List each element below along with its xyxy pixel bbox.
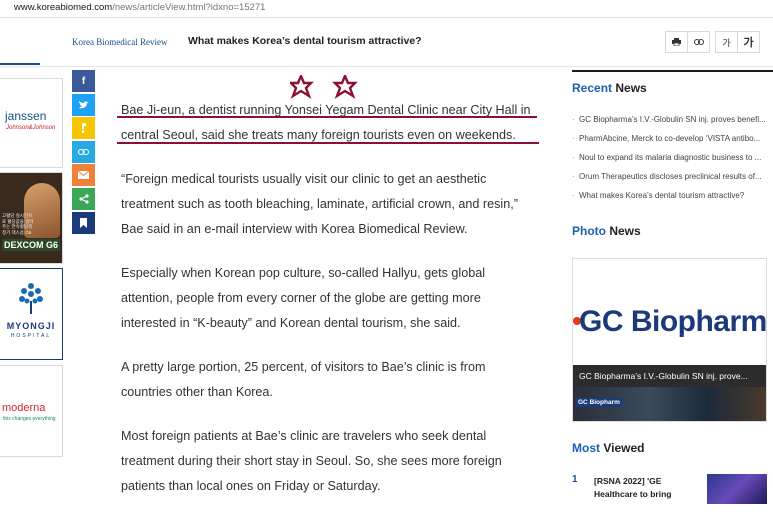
gc-small-logo: GC Biopharm [576, 398, 622, 407]
twitter-share-button[interactable] [72, 93, 95, 116]
article-body: Bae Ji-eun, a dentist running Yonsei Yeg… [121, 98, 533, 518]
article-paragraph: “Foreign medical tourists usually visit … [121, 172, 518, 236]
moderna-logo: moderna [2, 402, 46, 414]
url-host: www.koreabiomed.com [14, 2, 113, 13]
tree-logo-icon [19, 283, 43, 314]
copy-link-button[interactable] [687, 31, 710, 53]
moderna-ad[interactable]: moderna this changes everything [0, 365, 63, 457]
twitter-icon [78, 100, 89, 108]
dexcom-blurb: 고혈당 실시간으로 혈당값을 알려주는 연속혈당측정기 덱스콤 G6 [2, 213, 34, 235]
article-paragraph: Most foreign patients at Bae’s clinic ar… [121, 429, 502, 493]
most-viewed-headline: [RSNA 2022] 'GE Healthcare to bring [594, 476, 672, 499]
kakaostory-share-button[interactable] [72, 117, 95, 140]
printer-icon [672, 38, 681, 46]
header-accent-line [0, 63, 40, 65]
myongji-logo: MYONGJI [6, 321, 56, 331]
copy-url-share-button[interactable] [72, 140, 95, 163]
article-tools: 가 가 [665, 31, 760, 53]
facebook-share-button[interactable]: f [72, 70, 95, 92]
address-bar[interactable]: www.koreabiomed.com/news/articleView.htm… [0, 0, 773, 18]
section-rule [572, 70, 773, 72]
kakaostory-icon [81, 123, 86, 134]
recent-news-item[interactable]: PharmAbcine, Merck to co-develop ‘VISTA … [572, 129, 770, 148]
recent-news-item[interactable]: What makes Korea’s dental tourism attrac… [572, 186, 770, 205]
font-decrease-button[interactable]: 가 [715, 31, 738, 53]
bookmark-icon [80, 217, 87, 228]
gc-biopharma-logo: GC Biopharm [579, 305, 767, 338]
recent-news-item[interactable]: GC Biopharma’s I.V.-Globulin SN inj. pro… [572, 110, 770, 129]
dexcom-ad[interactable]: 고혈당 실시간으로 혈당값을 알려주는 연속혈당측정기 덱스콤 G6 DEXCO… [0, 172, 63, 264]
share-bar: f [72, 70, 95, 235]
photo-news-title: Photo News [572, 224, 641, 238]
most-viewed-rest: Viewed [600, 441, 645, 455]
bookmark-button[interactable] [72, 211, 95, 234]
recent-news-accent: Recent [572, 81, 613, 95]
janssen-logo: janssen [5, 109, 47, 123]
article-paragraph: Bae Ji-eun, a dentist running Yonsei Yeg… [121, 103, 531, 142]
most-viewed-title: Most Viewed [572, 441, 644, 455]
photo-news-rest: News [606, 224, 641, 238]
myongji-sub: HOSPITAL [10, 333, 52, 339]
link-icon [693, 39, 704, 45]
more-share-button[interactable] [72, 187, 95, 210]
recent-news-item[interactable]: Noul to expand its malaria diagnostic bu… [572, 148, 770, 167]
recent-news-rest: News [612, 81, 647, 95]
dexcom-logo: DEXCOM G6 [2, 239, 61, 251]
url-path: /news/articleView.html?idxno=15271 [112, 2, 266, 13]
header-headline: What makes Korea’s dental tourism attrac… [188, 35, 422, 47]
site-logo[interactable]: Korea Biomedical Review [72, 37, 167, 47]
print-button[interactable] [665, 31, 688, 53]
janssen-ad[interactable]: janssen Johnson&Johnson [0, 78, 63, 168]
recent-news-item[interactable]: Orum Therapeutics discloses preclinical … [572, 167, 770, 186]
share-icon [78, 194, 89, 204]
mail-share-button[interactable] [72, 164, 95, 187]
myongji-ad[interactable]: MYONGJI HOSPITAL [0, 268, 63, 360]
photo-news-card[interactable]: GC Biopharm GC Biopharma’s I.V.-Globulin… [572, 258, 767, 422]
moderna-tagline: this changes everything [3, 416, 56, 422]
photo-caption: GC Biopharma’s I.V.-Globulin SN inj. pro… [573, 365, 766, 387]
link-icon [78, 148, 89, 155]
article-header-bar: Korea Biomedical Review What makes Korea… [0, 18, 773, 67]
article-paragraph: Especially when Korean pop culture, so-c… [121, 266, 486, 330]
recent-news-title: Recent News [572, 81, 647, 95]
most-viewed-thumbnail [707, 474, 767, 504]
photo-news-accent: Photo [572, 224, 606, 238]
most-viewed-rank: 1 [572, 474, 578, 485]
mail-icon [78, 171, 89, 180]
article-paragraph: A pretty large portion, 25 percent, of v… [121, 360, 486, 399]
photo-image-strip: GC Biopharm [573, 387, 766, 421]
most-viewed-accent: Most [572, 441, 600, 455]
jnj-logo: Johnson&Johnson [6, 125, 56, 131]
font-increase-button[interactable]: 가 [737, 31, 760, 53]
recent-news-list: GC Biopharma’s I.V.-Globulin SN inj. pro… [572, 110, 770, 205]
facebook-icon: f [81, 75, 86, 87]
